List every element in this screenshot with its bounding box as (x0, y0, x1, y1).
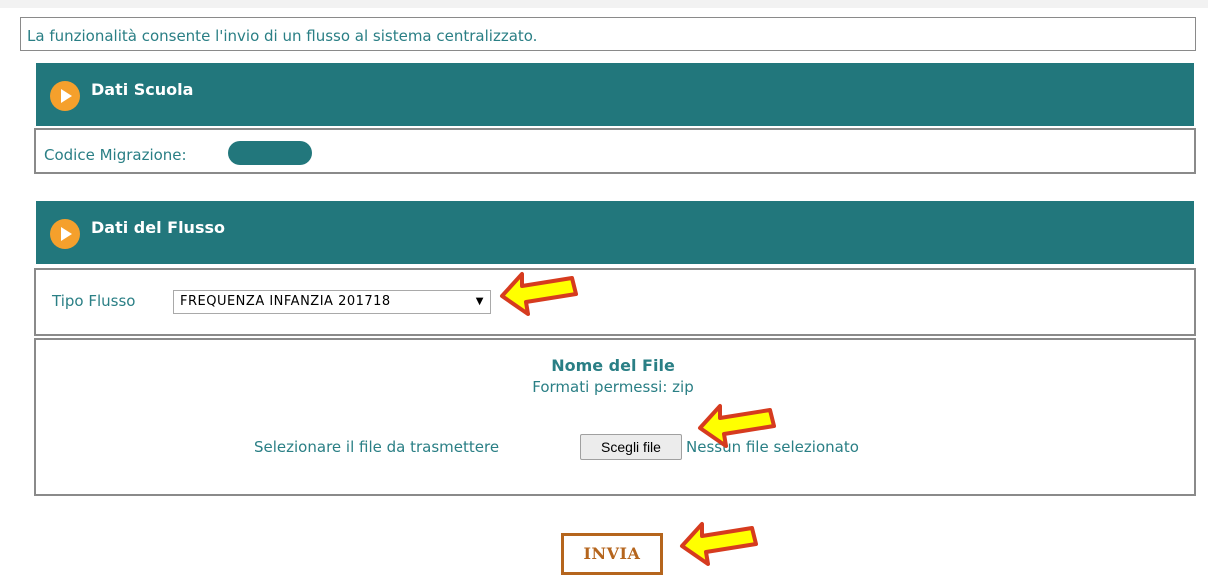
choose-file-button[interactable]: Scegli file (580, 434, 682, 460)
intro-box: La funzionalità consente l'invio di un f… (20, 17, 1196, 51)
yellow-arrow-icon (698, 404, 776, 448)
tipo-flusso-select[interactable]: FREQUENZA INFANZIA 201718 ▼ (173, 290, 491, 314)
top-bar (0, 0, 1208, 8)
section-title-dati-flusso: Dati del Flusso (91, 218, 225, 237)
section-header-dati-flusso: Dati del Flusso (36, 201, 1194, 264)
section-title-dati-scuola: Dati Scuola (91, 80, 194, 99)
yellow-arrow-icon (500, 272, 578, 316)
yellow-arrow-icon (680, 522, 758, 566)
codice-migrazione-box: Codice Migrazione: (34, 128, 1196, 174)
codice-migrazione-label: Codice Migrazione: (44, 146, 187, 164)
file-formats-text: Formati permessi: zip (532, 378, 694, 396)
tipo-flusso-selected-value: FREQUENZA INFANZIA 201718 (180, 294, 391, 309)
redacted-value (228, 141, 312, 165)
section-header-dati-scuola: Dati Scuola (36, 63, 1194, 126)
file-upload-box: Nome del File Formati permessi: zip Sele… (34, 338, 1196, 496)
tipo-flusso-box: Tipo Flusso FREQUENZA INFANZIA 201718 ▼ (34, 268, 1196, 336)
invia-button[interactable]: INVIA (561, 533, 663, 575)
intro-text: La funzionalità consente l'invio di un f… (27, 27, 538, 45)
play-circle-icon (50, 81, 80, 111)
select-file-label: Selezionare il file da trasmettere (254, 438, 500, 456)
tipo-flusso-label: Tipo Flusso (52, 292, 136, 310)
file-name-title: Nome del File (551, 356, 675, 375)
play-circle-icon (50, 219, 80, 249)
dropdown-arrow-icon: ▼ (475, 296, 484, 307)
